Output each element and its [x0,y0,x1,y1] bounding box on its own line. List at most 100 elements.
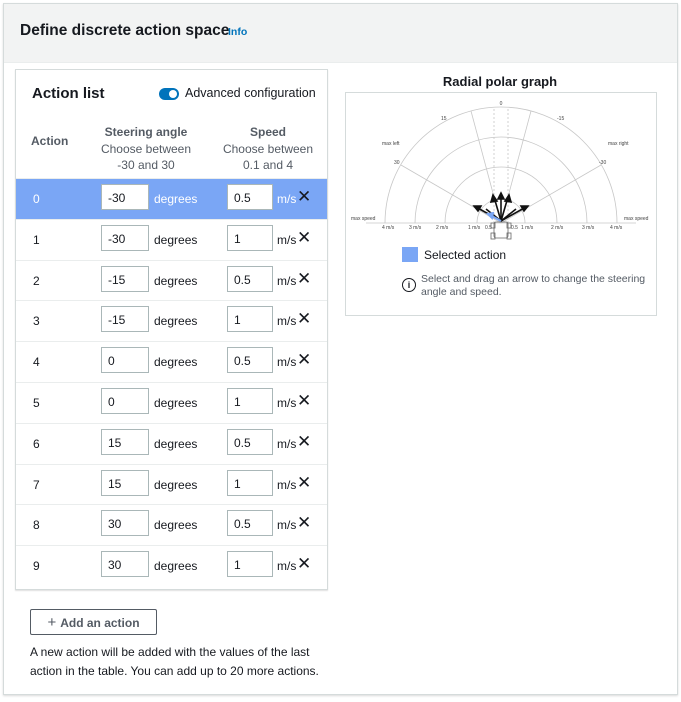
max-left-label: max left [382,141,400,147]
steering-angle-input[interactable]: -30 [101,184,149,210]
speed-unit: m/s [277,396,297,410]
advanced-configuration-toggle[interactable] [159,88,179,100]
speed-unit: m/s [277,273,297,288]
speed-unit: m/s [277,436,297,451]
degrees-unit: degrees [154,477,198,492]
column-header-steering: Steering angle Choose between -30 and 30 [91,124,201,174]
action-row[interactable]: 2 -15 degrees 0.5 m/s ✕ [16,259,327,301]
action-row[interactable]: 0 -30 degrees 0.5 m/s ✕ [16,178,327,219]
action-row[interactable]: 4 0 degrees 0.5 m/s ✕ [16,341,327,382]
close-icon[interactable]: ✕ [297,555,311,572]
action-list-table: Action list Advanced configuration Actio… [15,69,328,590]
panel-title: Define discrete action space [20,22,230,39]
speed-unit: m/s [277,559,297,574]
graph-help-text: Select and drag an arrow to change the s… [421,273,646,298]
column-header-action: Action [31,134,69,148]
action-row[interactable]: 8 30 degrees 0.5 m/s ✕ [16,504,327,545]
angle-label-neg15: -15 [557,116,564,122]
close-icon[interactable]: ✕ [297,229,311,246]
close-icon[interactable]: ✕ [297,514,311,531]
speed-input[interactable]: 0.5 [227,510,273,537]
angle-label-neg30: -30 [599,160,606,166]
panel-header: Define discrete action space Info [4,4,677,63]
action-row[interactable]: 3 -15 degrees 1 m/s ✕ [16,300,327,341]
close-icon[interactable]: ✕ [297,433,311,450]
speed-unit: m/s [277,232,297,247]
speed-input[interactable]: 0.5 [227,428,273,455]
add-action-button[interactable]: + Add an action [30,609,157,635]
speed-unit: m/s [277,518,297,533]
degrees-unit: degrees [154,436,198,451]
action-index: 6 [33,436,40,451]
ray-right30 [500,164,602,224]
add-action-note: A new action will be added with the valu… [30,645,319,678]
speed-input[interactable]: 1 [227,388,273,414]
max-speed-right: max speed [624,216,649,222]
speed-label: 3 m/s [582,225,595,231]
info-link[interactable]: Info [228,26,247,38]
action-index: 0 [33,192,40,206]
arrowhead-icon [489,193,499,203]
action-row[interactable]: 7 15 degrees 1 m/s ✕ [16,463,327,505]
steering-angle-input[interactable]: -15 [101,306,149,333]
selected-action-legend: Selected action [424,248,507,262]
info-icon: i [402,278,416,292]
speed-input[interactable]: 1 [227,224,273,251]
degrees-unit: degrees [154,559,198,574]
action-index: 7 [33,477,40,492]
action-list-title: Action list [32,85,105,102]
steering-angle-input[interactable]: -15 [101,265,149,292]
action-row[interactable]: 1 -30 degrees 1 m/s ✕ [16,218,327,260]
action-row[interactable]: 9 30 degrees 1 m/s ✕ [16,545,327,586]
speed-input[interactable]: 0.5 [227,184,273,210]
speed-input[interactable]: 0.5 [227,265,273,292]
close-icon[interactable]: ✕ [297,188,311,205]
speed-label: 2 m/s [436,225,449,231]
arrowhead-icon [496,191,506,200]
action-index: 8 [33,518,40,533]
steering-angle-input[interactable]: 15 [101,469,149,496]
degrees-unit: degrees [154,314,198,329]
speed-unit: m/s [277,477,297,492]
steering-angle-input[interactable]: 15 [101,428,149,455]
speed-label: 4 m/s [382,225,395,231]
steering-angle-input[interactable]: -30 [101,224,149,251]
speed-unit: m/s [277,355,297,370]
degrees-unit: degrees [154,355,198,370]
close-icon[interactable]: ✕ [297,392,311,409]
steering-angle-input[interactable]: 30 [101,551,149,578]
steering-angle-input[interactable]: 0 [101,388,149,414]
max-speed-left: max speed [351,216,376,222]
speed-input[interactable]: 1 [227,469,273,496]
speed-header-range: Choose between 0.1 and 4 [222,141,314,173]
steering-header-range: Choose between -30 and 30 [100,141,192,173]
action-index: 1 [33,232,40,247]
close-icon[interactable]: ✕ [297,351,311,368]
ray-left30 [400,164,502,224]
action-index: 4 [33,355,40,370]
close-icon[interactable]: ✕ [297,270,311,287]
speed-label: 1 m/s [521,225,534,231]
action-row[interactable]: 6 15 degrees 0.5 m/s ✕ [16,422,327,464]
speed-input[interactable]: 0.5 [227,347,273,374]
degrees-unit: degrees [154,273,198,288]
steering-angle-input[interactable]: 0 [101,347,149,374]
speed-input[interactable]: 1 [227,306,273,333]
degrees-unit: degrees [154,192,198,206]
action-index: 2 [33,273,40,288]
advanced-configuration-label: Advanced configuration [185,86,316,100]
steering-angle-input[interactable]: 30 [101,510,149,537]
action-index: 5 [33,396,40,410]
selected-action-swatch [402,247,418,262]
add-action-label: Add an action [60,616,140,630]
speed-label: 0.5 [511,225,518,231]
close-icon[interactable]: ✕ [297,474,311,491]
degrees-unit: degrees [154,396,198,410]
speed-label: 2 m/s [551,225,564,231]
max-right-label: max right [608,141,629,147]
column-header-speed: Speed Choose between 0.1 and 4 [221,124,315,174]
angle-label-30: 30 [394,160,400,166]
action-row[interactable]: 5 0 degrees 1 m/s ✕ [16,382,327,423]
speed-input[interactable]: 1 [227,551,273,578]
close-icon[interactable]: ✕ [297,310,311,327]
